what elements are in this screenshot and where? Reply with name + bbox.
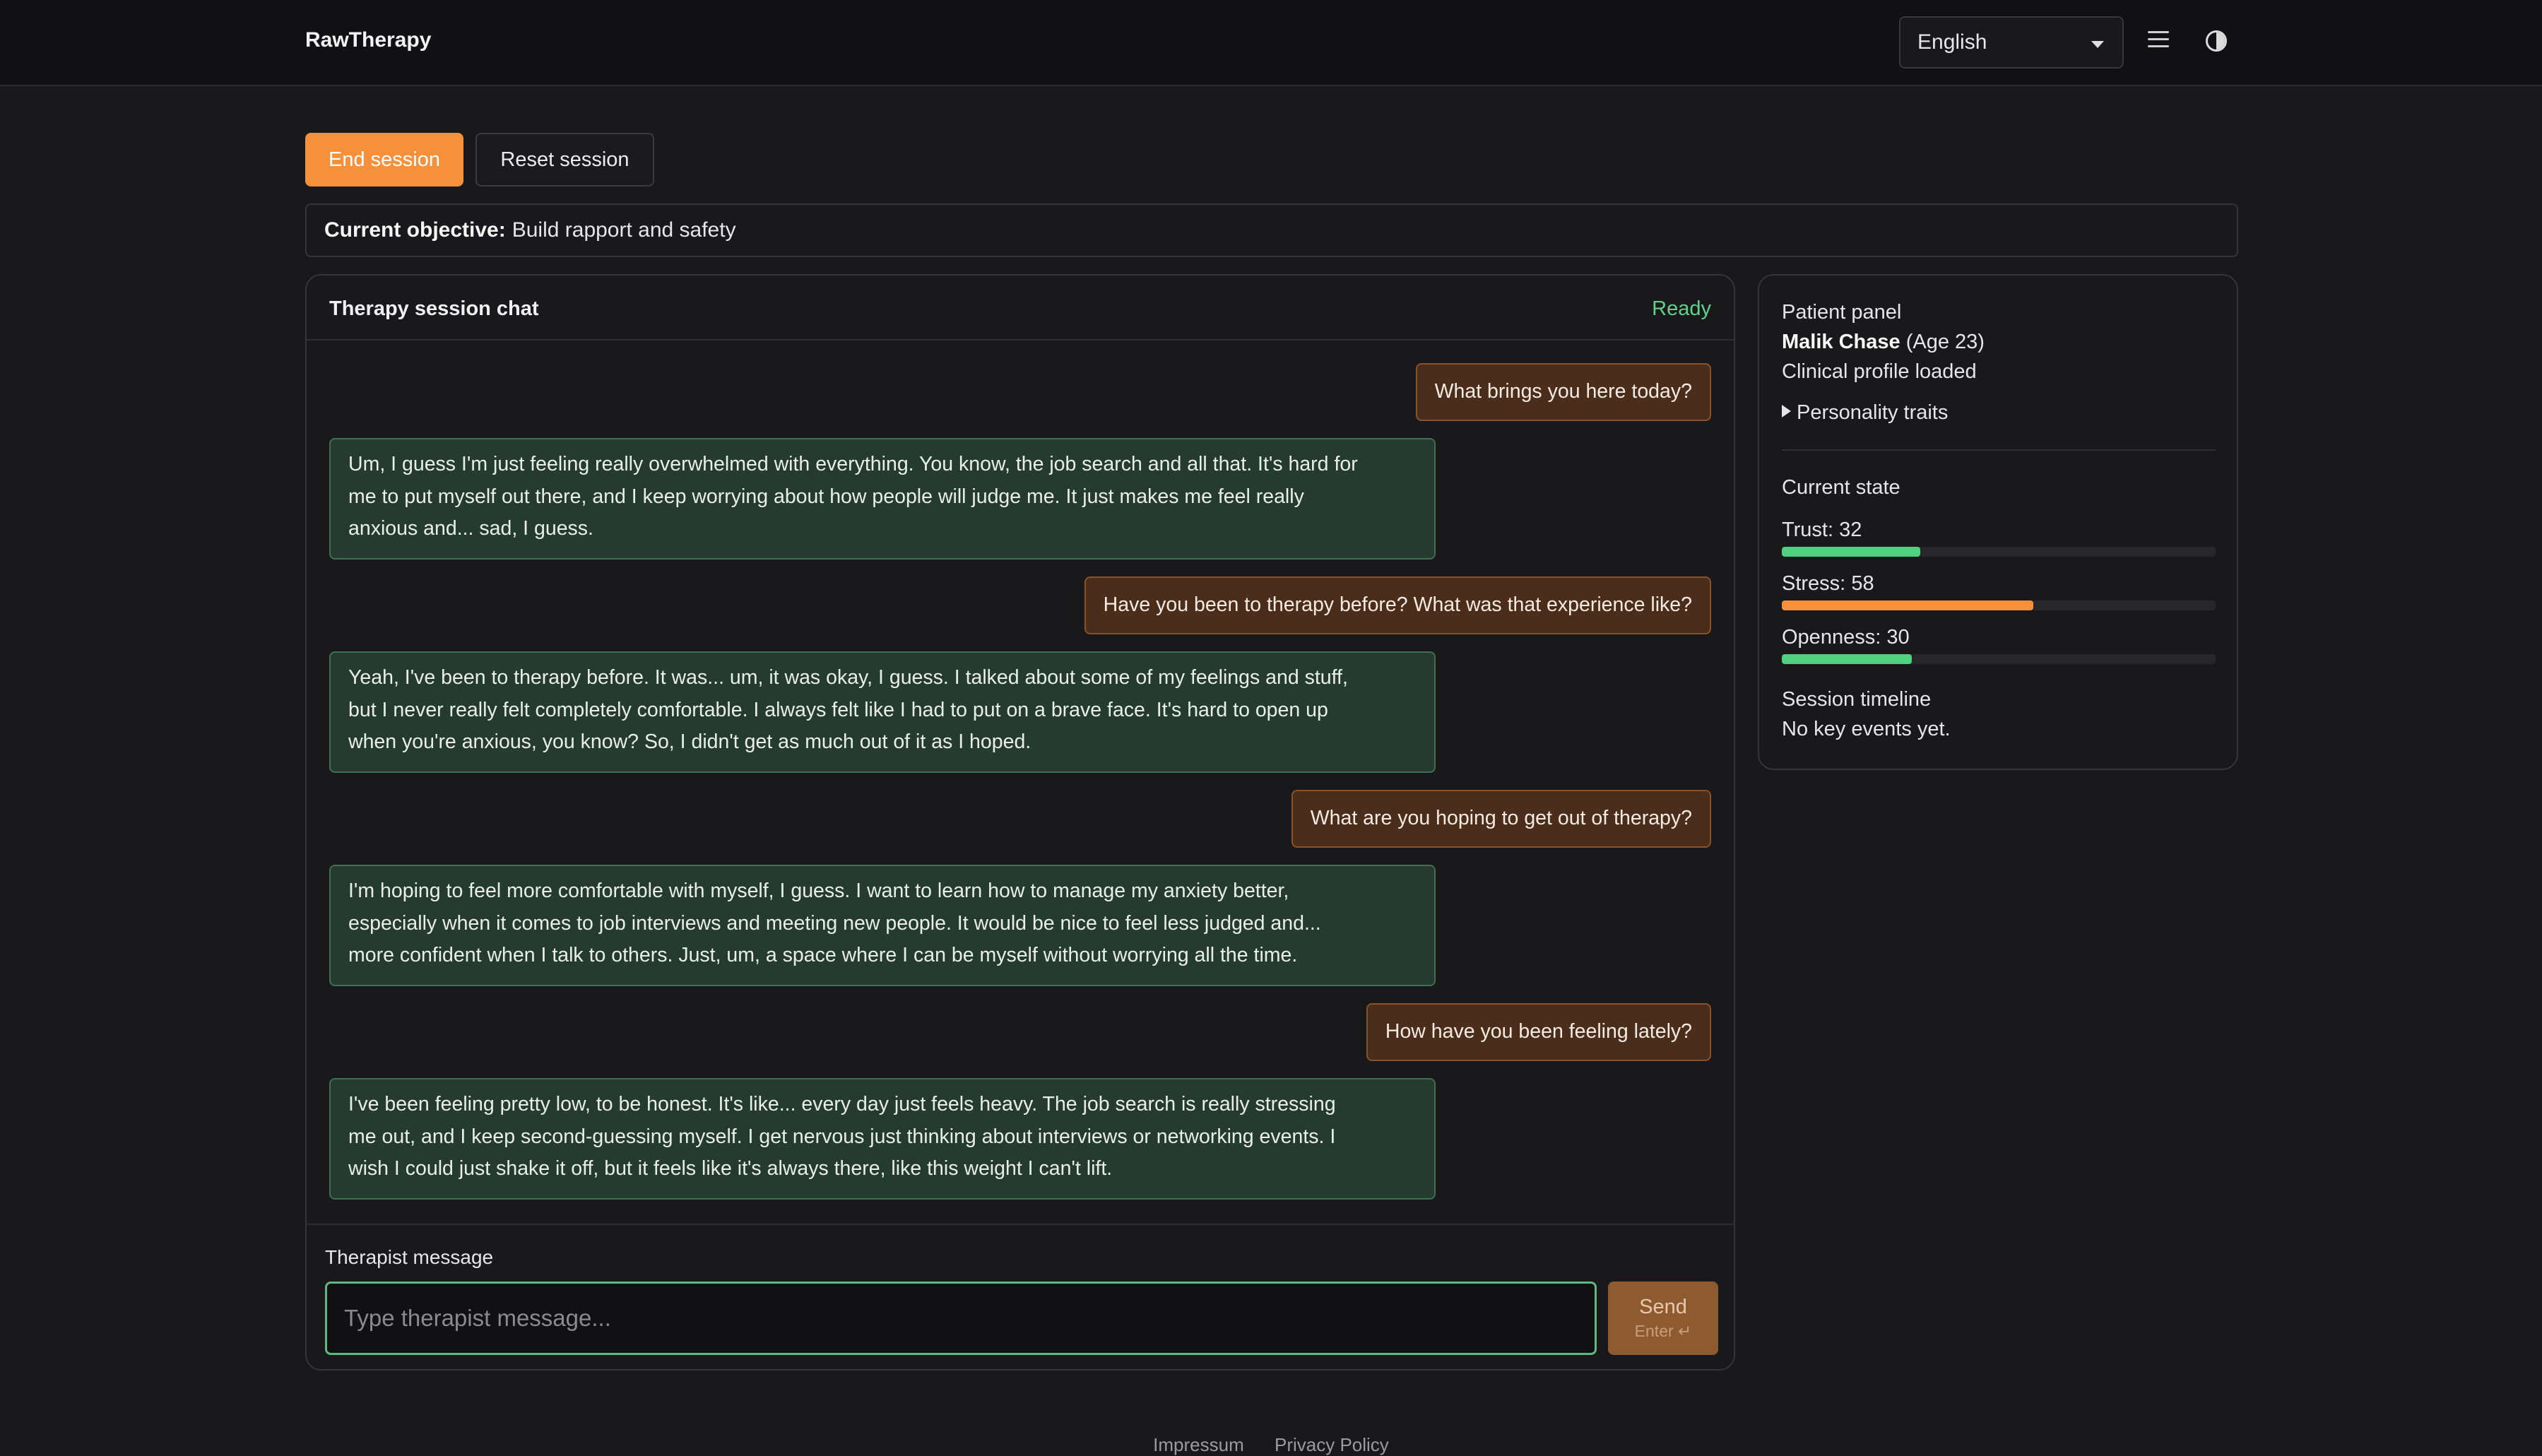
send-button[interactable]: Send Enter ↵ <box>1608 1282 1718 1355</box>
contrast-theme-toggle-icon[interactable] <box>2206 30 2227 52</box>
language-select[interactable]: English <box>1899 16 2124 69</box>
current-state-heading: Current state <box>1782 476 1900 499</box>
therapist-message-input[interactable] <box>325 1282 1597 1355</box>
patient-name-line: Malik Chase (Age 23) <box>1782 331 1985 354</box>
openness-metric-label: Openness: 30 <box>1782 626 1910 649</box>
chevron-down-icon <box>2091 41 2104 48</box>
patient-panel: Patient panel Malik Chase (Age 23) Clini… <box>1758 274 2238 770</box>
top-nav-bar: RawTherapy English <box>0 0 2542 86</box>
reset-session-button[interactable]: Reset session <box>475 133 654 187</box>
therapist-message-label: Therapist message <box>325 1246 494 1268</box>
footer-link-impressum[interactable]: Impressum <box>1153 1434 1244 1455</box>
patient-name: Malik Chase <box>1782 331 1900 353</box>
app-logo-title[interactable]: RawTherapy <box>305 28 431 52</box>
patient-message: Um, I guess I'm just feeling really over… <box>329 438 1436 560</box>
therapist-message: What are you hoping to get out of therap… <box>1291 790 1711 848</box>
openness-meter <box>1782 654 2216 664</box>
language-select-value: English <box>1917 30 1987 54</box>
trust-meter-fill <box>1782 547 1921 557</box>
patient-message: Yeah, I've been to therapy before. It wa… <box>329 651 1436 773</box>
clinical-profile-status: Clinical profile loaded <box>1782 360 1977 383</box>
send-button-label: Send <box>1639 1296 1687 1318</box>
send-shortcut-hint: Enter ↵ <box>1634 1322 1692 1340</box>
patient-message: I've been feeling pretty low, to be hone… <box>329 1078 1436 1200</box>
footer-links: Impressum Privacy Policy <box>0 1434 2542 1456</box>
end-session-button[interactable]: End session <box>305 133 463 187</box>
therapist-message: What brings you here today? <box>1415 363 1711 421</box>
therapist-message: Have you been to therapy before? What wa… <box>1084 576 1711 634</box>
trust-meter <box>1782 547 2216 557</box>
patient-age: (Age 23) <box>1905 331 1985 353</box>
panel-divider <box>1782 449 2216 451</box>
chat-status-badge: Ready <box>1652 297 1711 320</box>
personality-traits-toggle[interactable]: Personality traits <box>1782 401 1948 425</box>
current-objective-bar: Current objective: Build rapport and saf… <box>305 203 2238 257</box>
objective-label: Current objective: <box>324 218 506 242</box>
session-timeline-empty: No key events yet. <box>1782 718 1951 740</box>
objective-value: Build rapport and safety <box>512 218 736 242</box>
hamburger-menu-icon[interactable] <box>2148 31 2169 49</box>
therapist-message: How have you been feeling lately? <box>1366 1003 1711 1061</box>
message-composer: Therapist message Send Enter ↵ <box>307 1224 1734 1369</box>
stress-meter <box>1782 600 2216 610</box>
therapy-chat-panel: Therapy session chat Ready What brings y… <box>305 274 1735 1371</box>
session-timeline-heading: Session timeline <box>1782 688 1932 711</box>
patient-panel-heading: Patient panel <box>1782 301 1902 324</box>
footer-link-privacy[interactable]: Privacy Policy <box>1275 1434 1389 1455</box>
chat-header: Therapy session chat Ready <box>307 276 1734 341</box>
openness-meter-fill <box>1782 654 1913 664</box>
personality-traits-label: Personality traits <box>1797 401 1949 424</box>
patient-message: I'm hoping to feel more comfortable with… <box>329 865 1436 986</box>
trust-metric-label: Trust: 32 <box>1782 519 1862 541</box>
stress-meter-fill <box>1782 600 2034 610</box>
chat-title: Therapy session chat <box>329 297 539 320</box>
disclosure-triangle-icon <box>1782 405 1791 418</box>
stress-metric-label: Stress: 58 <box>1782 572 1874 595</box>
